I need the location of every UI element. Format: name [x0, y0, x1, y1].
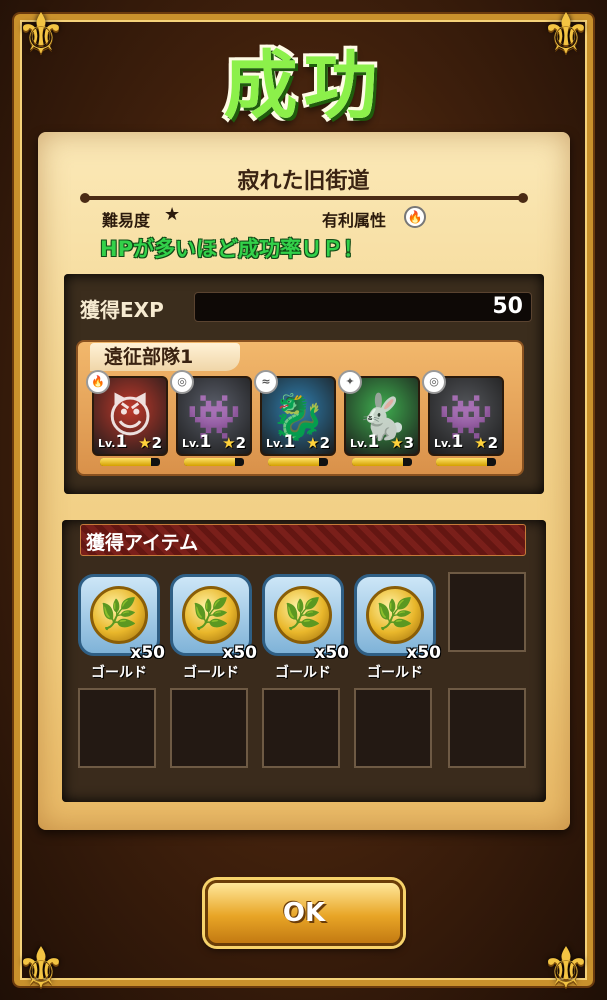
- item-quantity: x50: [314, 643, 349, 663]
- unit-hp-bar: [100, 458, 160, 466]
- items-title: 獲得アイテム: [86, 532, 199, 554]
- item-name: ゴールド: [275, 665, 331, 681]
- gold-coin-icon: 🌿: [90, 586, 148, 644]
- difficulty-stars: ★: [164, 204, 181, 225]
- empty-item-slot: [354, 688, 432, 768]
- ok-button[interactable]: OK: [205, 880, 403, 946]
- attribute-label: 有利属性: [322, 211, 387, 230]
- fire-element-icon: 🔥: [86, 370, 110, 394]
- item-slot[interactable]: 🌿 x50: [262, 574, 349, 663]
- difficulty-label: 難易度: [102, 211, 151, 230]
- empty-item-slot: [262, 688, 340, 768]
- unit-rarity: ★2: [306, 434, 330, 452]
- empty-item-slot: [448, 688, 526, 768]
- neutral-element-icon: ◎: [170, 370, 194, 394]
- unit-level: Lv.1: [182, 432, 212, 452]
- unit-level: Lv.1: [98, 432, 128, 452]
- exp-label: 獲得EXP: [80, 298, 164, 322]
- item-quantity: x50: [222, 643, 257, 663]
- item-name: ゴールド: [183, 665, 239, 681]
- unit-rarity: ★3: [390, 434, 414, 452]
- unit-level: Lv.1: [266, 432, 296, 452]
- quest-hint: HPが多いほど成功率ＵＰ！: [100, 237, 364, 261]
- empty-item-slot: [448, 572, 526, 652]
- unit-hp-bar: [436, 458, 496, 466]
- unit-hp-bar: [184, 458, 244, 466]
- empty-item-slot: [170, 688, 248, 768]
- exp-value: 50: [492, 294, 523, 319]
- item-quantity: x50: [130, 643, 165, 663]
- item-slot[interactable]: 🌿 x50: [78, 574, 165, 663]
- party-unit[interactable]: 👾 Lv.1 ★2 ◎: [422, 370, 504, 468]
- unit-hp-bar: [268, 458, 328, 466]
- unit-rarity: ★2: [474, 434, 498, 452]
- party-unit[interactable]: 👾 Lv.1 ★2 ◎: [170, 370, 252, 468]
- fire-element-icon: 🔥: [404, 206, 426, 228]
- neutral-element-icon: ◎: [422, 370, 446, 394]
- quest-name: 寂れた旧街道: [237, 169, 370, 194]
- wind-element-icon: ✦: [338, 370, 362, 394]
- party-name: 遠征部隊1: [90, 343, 240, 371]
- item-quantity: x50: [406, 643, 441, 663]
- exp-bar: [194, 292, 532, 322]
- water-element-icon: ≈: [254, 370, 278, 394]
- party-unit[interactable]: 🐉 Lv.1 ★2 ≈: [254, 370, 336, 468]
- item-name: ゴールド: [367, 665, 423, 681]
- unit-rarity: ★2: [138, 434, 162, 452]
- fleur-de-lis-icon: ⚜: [15, 936, 67, 1000]
- result-title: 成功: [223, 43, 384, 129]
- unit-level: Lv.1: [350, 432, 380, 452]
- gold-coin-icon: 🌿: [366, 586, 424, 644]
- item-name: ゴールド: [91, 665, 147, 681]
- unit-rarity: ★2: [222, 434, 246, 452]
- item-slot[interactable]: 🌿 x50: [354, 574, 441, 663]
- divider: [80, 193, 528, 203]
- gold-coin-icon: 🌿: [274, 586, 332, 644]
- unit-hp-bar: [352, 458, 412, 466]
- party-unit[interactable]: 🐇 Lv.1 ★3 ✦: [338, 370, 420, 468]
- party-unit[interactable]: 😈 Lv.1 ★2 🔥: [86, 370, 168, 468]
- empty-item-slot: [78, 688, 156, 768]
- gold-coin-icon: 🌿: [182, 586, 240, 644]
- unit-level: Lv.1: [434, 432, 464, 452]
- fleur-de-lis-icon: ⚜: [540, 936, 592, 1000]
- item-slot[interactable]: 🌿 x50: [170, 574, 257, 663]
